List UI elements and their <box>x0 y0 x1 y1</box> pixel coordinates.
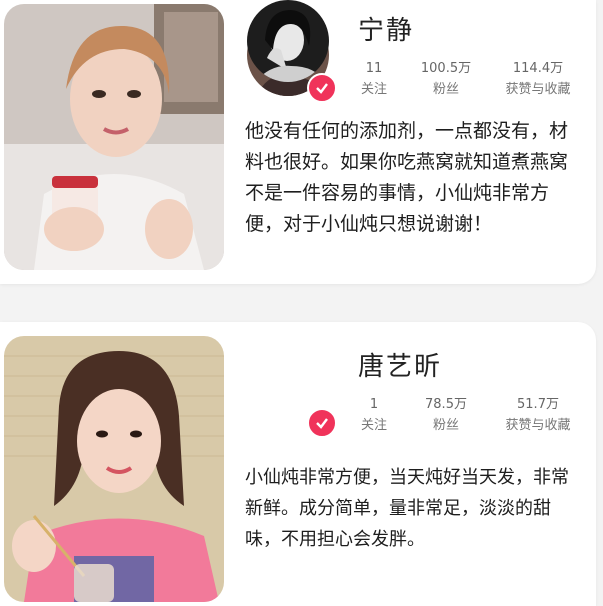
endorsement-quote: 他没有任何的添加剂，一点都没有，材料也很好。如果你吃燕窝就知道煮燕窝不是一件容易… <box>245 120 569 235</box>
endorsement-card: 唐艺昕 1 关注 78.5万 粉丝 51.7万 获赞与收藏 小仙炖非常方便，当天… <box>0 322 596 606</box>
stat-following: 1 关注 <box>360 397 387 433</box>
stat-followers: 78.5万 粉丝 <box>425 397 467 433</box>
verified-badge-icon <box>307 73 337 103</box>
verified-badge-icon <box>307 408 337 438</box>
endorser-photo <box>4 4 224 270</box>
stat-followers: 100.5万 粉丝 <box>420 61 472 97</box>
stat-likes-favorites: 51.7万 获赞与收藏 <box>505 397 571 433</box>
stat-following: 11 关注 <box>360 61 387 97</box>
endorser-photo <box>4 336 224 602</box>
endorser-name: 唐艺昕 <box>358 352 443 382</box>
avatar[interactable] <box>247 0 329 82</box>
endorser-name: 宁静 <box>358 16 415 46</box>
stat-likes-favorites: 114.4万 获赞与收藏 <box>505 61 571 97</box>
endorsement-quote: 小仙炖非常方便，当天炖好当天发，非常新鲜。成分简单，量非常足，淡淡的甜味，不用担… <box>245 467 569 550</box>
